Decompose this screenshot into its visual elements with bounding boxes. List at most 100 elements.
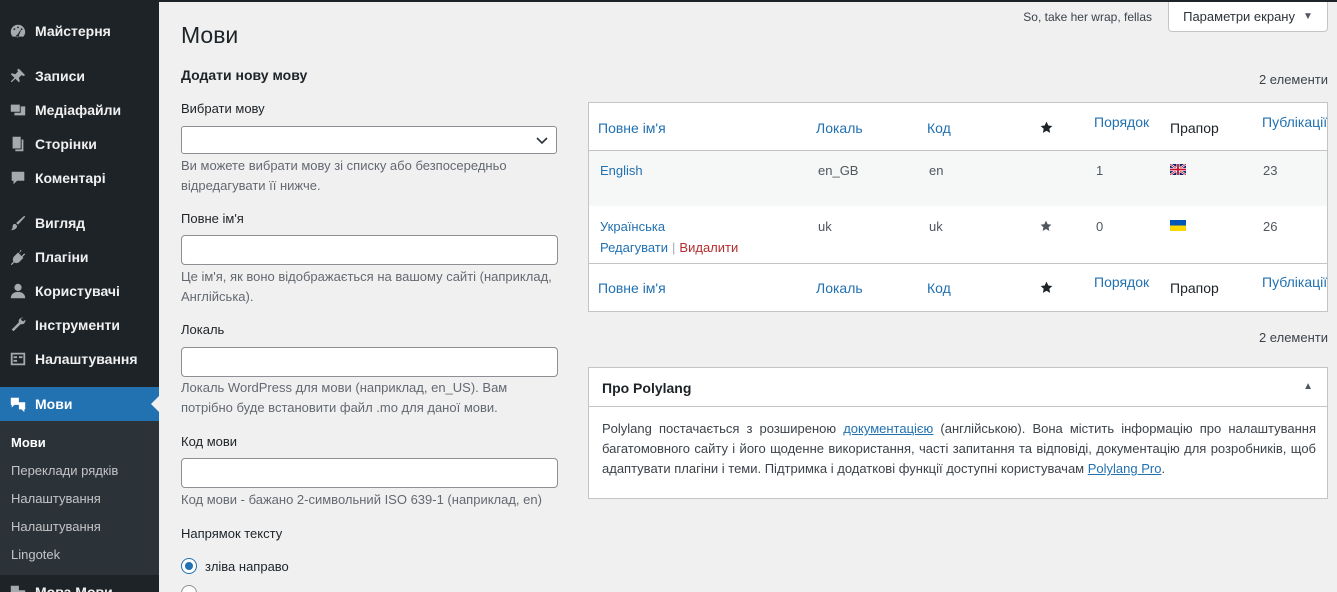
postbox-text-part: . <box>1161 461 1166 476</box>
admin-sidebar: Майстерня Записи Медіафайли Сторінки Ком… <box>0 0 159 592</box>
direction-ltr-radio[interactable] <box>181 558 197 574</box>
sidebar-item-appearance[interactable]: Вигляд <box>0 206 159 240</box>
column-posts-footer[interactable]: Публікації <box>1262 274 1327 290</box>
column-locale-footer[interactable]: Локаль <box>816 280 863 296</box>
polylang-pro-link[interactable]: Polylang Pro <box>1088 461 1162 476</box>
column-full-name-header[interactable]: Повне ім'я <box>598 120 666 136</box>
language-order: 0 <box>1096 219 1104 234</box>
default-language-star-icon <box>1040 121 1053 133</box>
language-select[interactable] <box>181 126 557 154</box>
column-locale-header[interactable]: Локаль <box>816 120 863 136</box>
sidebar-item-label: Користувачі <box>35 283 120 299</box>
page-title: Мови <box>181 22 239 48</box>
sidebar-item-partial[interactable]: Мова Мови <box>0 575 159 592</box>
translation-icon <box>8 394 28 414</box>
default-language-star-icon[interactable] <box>1040 220 1052 232</box>
postbox-title: Про Polylang <box>602 380 692 396</box>
sidebar-item-tools[interactable]: Інструменти <box>0 308 159 342</box>
language-code-description: Код мови - бажано 2-символьний ISO 639-1… <box>181 492 542 507</box>
plugin-icon <box>8 247 28 267</box>
sidebar-item-media[interactable]: Медіафайли <box>0 93 159 127</box>
sidebar-item-settings[interactable]: Налаштування <box>0 342 159 376</box>
direction-rtl-option[interactable] <box>181 585 197 592</box>
direction-rtl-radio[interactable] <box>181 585 197 592</box>
uk-flag-icon <box>1170 164 1186 175</box>
table-row <box>589 151 1327 206</box>
settings-icon <box>8 349 28 369</box>
sidebar-item-pages[interactable]: Сторінки <box>0 127 159 161</box>
sidebar-item-label: Мови <box>35 396 73 412</box>
language-code: uk <box>929 219 943 234</box>
full-name-input[interactable] <box>181 235 558 265</box>
sidebar-item-label: Коментарі <box>35 170 106 186</box>
language-locale: uk <box>818 219 832 234</box>
submenu-settings[interactable]: Налаштування <box>11 491 101 506</box>
column-code-header[interactable]: Код <box>927 120 951 136</box>
choose-language-description: Ви можете вибрати мову зі списку або без… <box>181 158 507 193</box>
items-count-bottom: 2 елементи <box>1258 330 1328 345</box>
sidebar-item-languages[interactable]: Мови <box>0 387 159 421</box>
translation-icon <box>8 582 28 592</box>
admin-top-strip <box>0 0 1337 2</box>
comment-icon <box>8 168 28 188</box>
collapse-toggle-icon[interactable]: ▲ <box>1303 381 1313 392</box>
footer-divider <box>589 263 1327 264</box>
ukraine-flag-icon <box>1170 220 1186 231</box>
sidebar-item-label: Налаштування <box>35 351 138 367</box>
postbox-text-part: Polylang постачається з розширеною <box>602 421 844 436</box>
delete-language-link[interactable]: Видалити <box>679 240 738 255</box>
items-count-top: 2 елементи <box>1258 72 1328 87</box>
submenu-lingotek[interactable]: Lingotek <box>11 547 60 562</box>
column-order-footer[interactable]: Порядок <box>1094 274 1149 290</box>
sidebar-item-posts[interactable]: Записи <box>0 59 159 93</box>
sidebar-item-label: Плагіни <box>35 249 89 265</box>
column-posts-header[interactable]: Публікації <box>1262 114 1327 130</box>
sidebar-item-comments[interactable]: Коментарі <box>0 161 159 195</box>
sidebar-item-label: Мова Мови <box>35 584 113 592</box>
pin-icon <box>8 66 28 86</box>
submenu-strings-translations[interactable]: Переклади рядків <box>11 463 118 478</box>
locale-label: Локаль <box>181 322 225 337</box>
language-code-input[interactable] <box>181 458 558 488</box>
form-title: Додати нову мову <box>181 67 308 83</box>
column-full-name-footer[interactable]: Повне ім'я <box>598 280 666 296</box>
about-polylang-box: Про Polylang ▲ Polylang постачається з р… <box>588 367 1328 499</box>
screen-options-button[interactable]: Параметри екрану ▼ <box>1168 2 1328 32</box>
language-posts: 23 <box>1263 163 1278 178</box>
sidebar-item-label: Медіафайли <box>35 102 122 118</box>
full-name-label: Повне ім'я <box>181 211 244 226</box>
page-icon <box>8 134 28 154</box>
full-name-description: Це ім'я, як воно відображається на вашом… <box>181 269 552 304</box>
sidebar-item-users[interactable]: Користувачі <box>0 274 159 308</box>
column-flag-footer: Прапор <box>1170 280 1219 296</box>
direction-ltr-option[interactable]: зліва направо <box>181 558 289 574</box>
column-code-footer[interactable]: Код <box>927 280 951 296</box>
sidebar-item-dashboard[interactable]: Майстерня <box>0 14 159 48</box>
row-actions: Редагувати | Видалити <box>600 240 738 255</box>
direction-ltr-label: зліва направо <box>205 558 289 574</box>
postbox-divider <box>589 406 1327 407</box>
submenu-languages[interactable]: Мови <box>11 435 46 450</box>
sidebar-item-plugins[interactable]: Плагіни <box>0 240 159 274</box>
language-name-link[interactable]: Українська <box>600 219 665 234</box>
language-name-link[interactable]: English <box>600 163 643 178</box>
locale-input[interactable] <box>181 347 558 377</box>
text-direction-label: Напрямок тексту <box>181 526 283 541</box>
sidebar-item-label: Майстерня <box>35 23 111 39</box>
screen-options-label: Параметри екрану <box>1183 9 1295 24</box>
documentation-link[interactable]: документацією <box>843 421 933 436</box>
submenu-settings-2[interactable]: Налаштування <box>11 519 101 534</box>
edit-language-link[interactable]: Редагувати <box>600 240 668 255</box>
sidebar-item-label: Сторінки <box>35 136 97 152</box>
language-code-label: Код мови <box>181 434 238 449</box>
postbox-text: Polylang постачається з розширеною докум… <box>602 419 1316 479</box>
language-locale: en_GB <box>818 163 859 178</box>
choose-language-label: Вибрати мову <box>181 101 265 116</box>
sidebar-item-label: Вигляд <box>35 215 86 231</box>
media-icon <box>8 100 28 120</box>
column-order-header[interactable]: Порядок <box>1094 114 1149 130</box>
column-flag-header: Прапор <box>1170 120 1219 136</box>
sidebar-item-label: Інструменти <box>35 317 121 333</box>
sidebar-item-label: Записи <box>35 68 86 84</box>
language-code: en <box>929 163 944 178</box>
